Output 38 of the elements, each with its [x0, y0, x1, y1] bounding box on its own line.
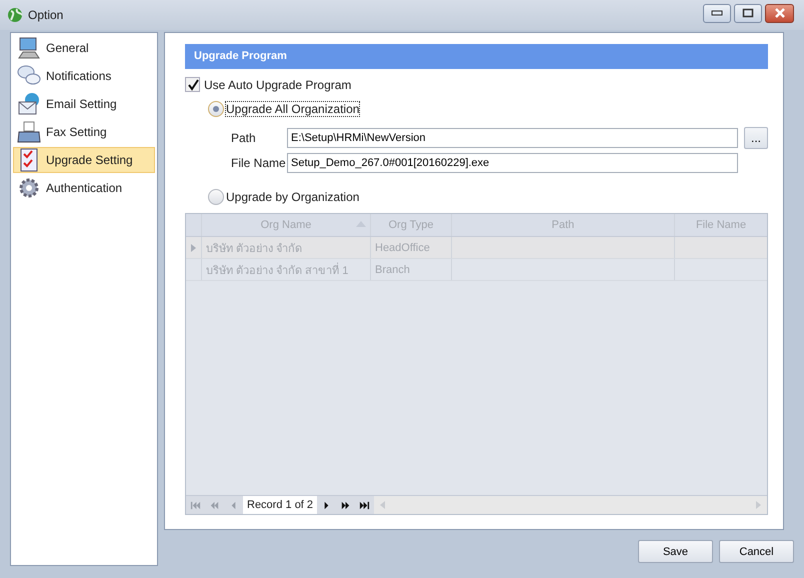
minimize-icon: [711, 10, 723, 16]
radio-label: Upgrade by Organization: [226, 190, 360, 204]
checkbox-label: Use Auto Upgrade Program: [204, 78, 352, 92]
envelope-icon: [17, 92, 41, 116]
maximize-button[interactable]: [734, 4, 762, 22]
table-cell: Branch: [375, 264, 410, 276]
table-cell-text: บริษัท ตัวอย่าง จำกัด: [206, 242, 302, 256]
minimize-button[interactable]: [703, 4, 731, 22]
sidebar-item[interactable]: Email Setting: [13, 91, 155, 117]
gear-icon: [17, 176, 41, 200]
sidebar-item[interactable]: General: [13, 35, 155, 61]
field-label: Path: [231, 131, 257, 145]
text-field[interactable]: E:\Setup\HRMi\NewVersion: [287, 128, 738, 148]
radio-button[interactable]: [208, 189, 224, 205]
computer-icon: [17, 36, 41, 60]
cancel-button[interactable]: Cancel: [719, 540, 794, 563]
radio-button[interactable]: [208, 101, 224, 117]
close-button[interactable]: [765, 4, 794, 22]
fax-icon: [17, 120, 41, 144]
row-pointer-icon: [191, 244, 196, 252]
section-header: Upgrade Program: [185, 44, 768, 69]
sidebar-item[interactable]: Notifications: [13, 63, 155, 89]
table-cell: HeadOffice: [375, 242, 430, 254]
record-counter: Record 1 of 2: [243, 496, 318, 514]
table-cell-text: บริษัท ตัวอย่าง จำกัด สาขาที่ 1: [206, 262, 348, 278]
window-title: Option: [28, 8, 64, 22]
sidebar-item[interactable]: Authentication: [13, 175, 155, 201]
sidebar-item[interactable]: Fax Setting: [13, 119, 155, 145]
save-button[interactable]: Save: [638, 540, 713, 563]
field-label: File Name: [231, 156, 287, 170]
maximize-icon: [742, 8, 754, 18]
browse-button[interactable]: ...: [744, 127, 768, 149]
globe-icon: [7, 7, 23, 23]
checkbox[interactable]: [185, 77, 200, 92]
close-icon: [774, 8, 786, 18]
radio-label: Upgrade All Organization: [226, 102, 360, 116]
text-field[interactable]: Setup_Demo_267.0#001[20160229].exe: [287, 153, 738, 173]
sidebar-item[interactable]: Upgrade Setting: [13, 147, 155, 173]
